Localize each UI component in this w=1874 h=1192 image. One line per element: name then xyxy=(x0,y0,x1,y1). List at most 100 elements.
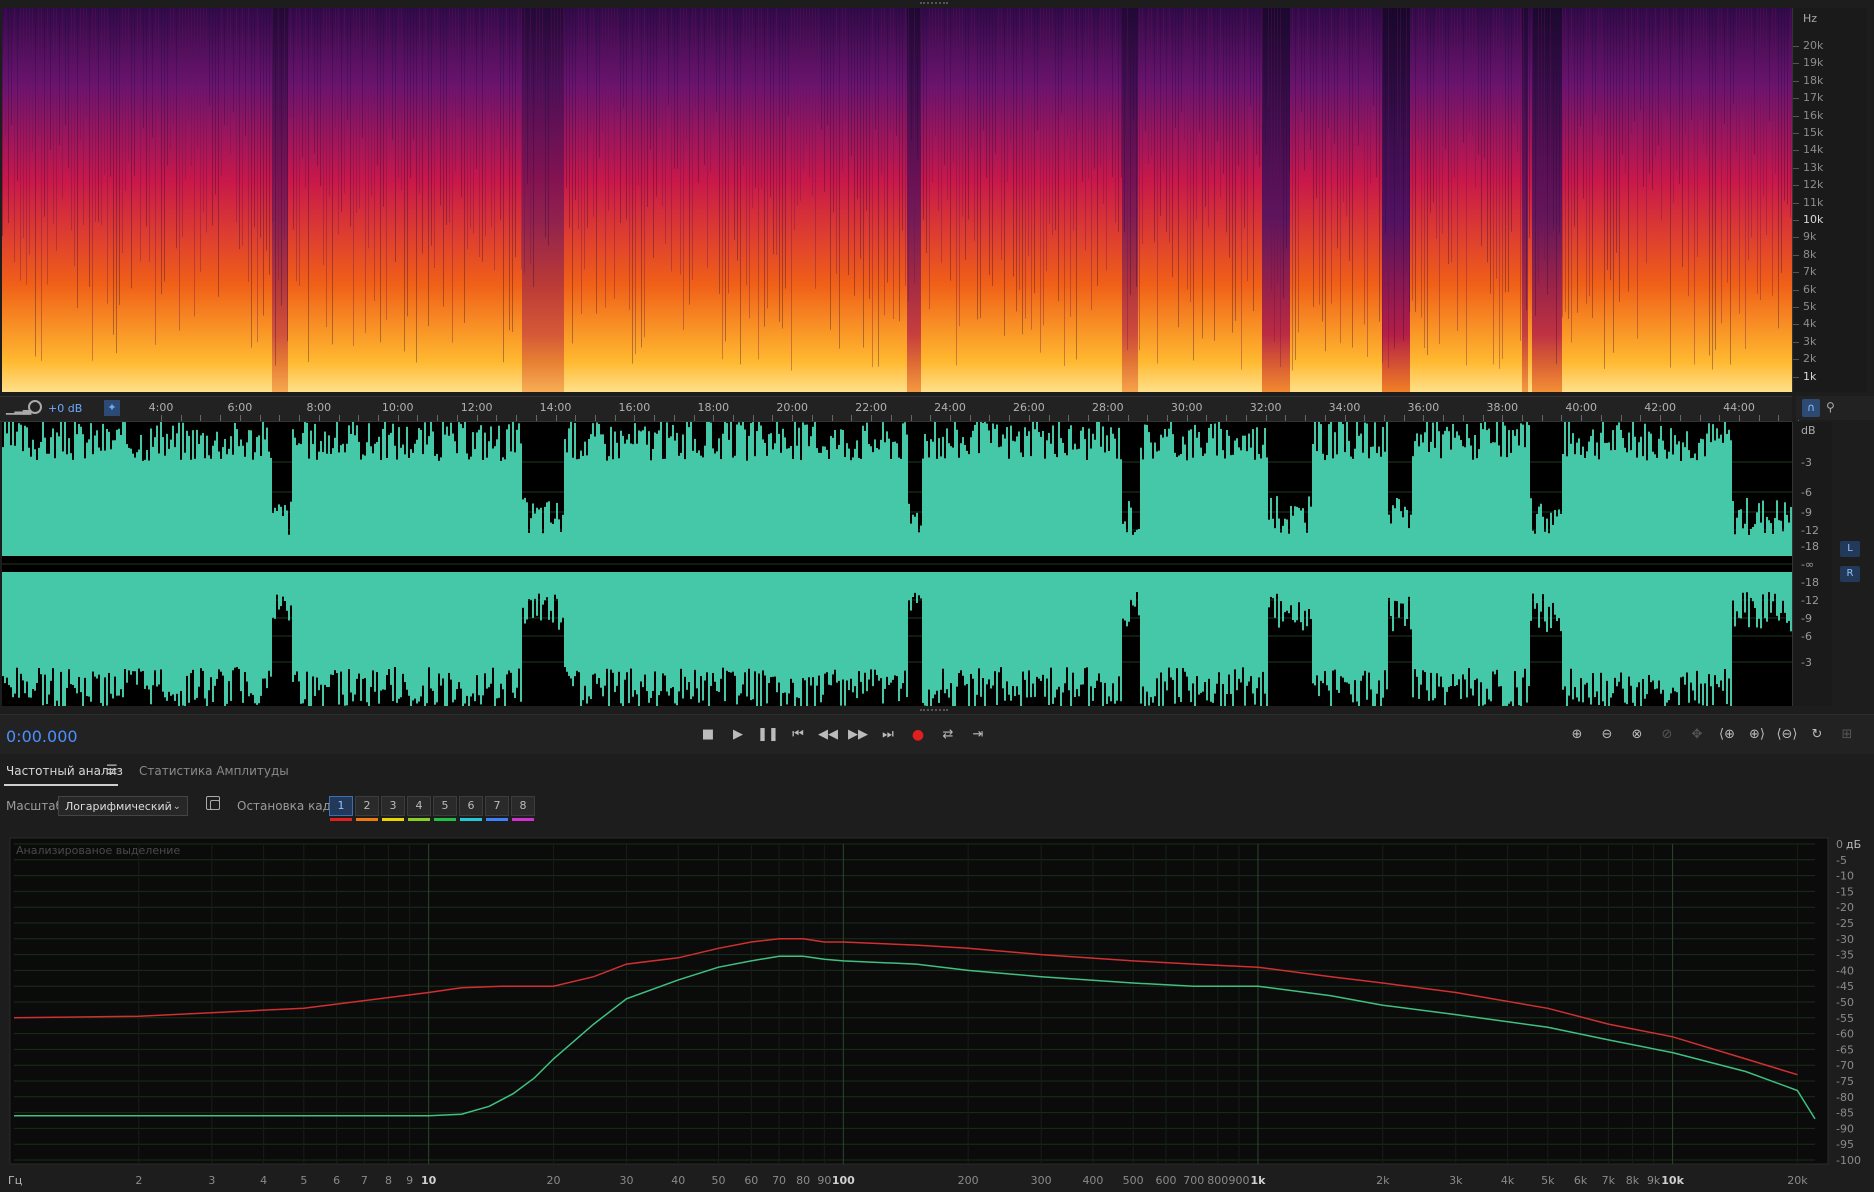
spectrogram-texture xyxy=(881,8,882,176)
time-tick-label: 10:00 xyxy=(381,401,414,414)
hold-frame-button-3[interactable]: 3 xyxy=(381,796,405,816)
waveform-sample-upper xyxy=(804,424,806,556)
waveform-sample-lower xyxy=(1156,572,1158,679)
spectrogram-texture xyxy=(1631,8,1632,134)
fast-forward-icon[interactable]: ▶▶ xyxy=(847,725,869,745)
tab-amplitude-statistics[interactable]: Статистика Амплитуды xyxy=(139,764,289,778)
waveform-sample-lower xyxy=(1334,572,1336,670)
zoom-in-amplitude-icon[interactable]: ⊕ xyxy=(1565,725,1589,745)
waveform-sample-lower xyxy=(944,572,946,694)
hold-frame-button-8[interactable]: 8 xyxy=(511,796,535,816)
waveform-sample-lower xyxy=(114,572,116,677)
waveform-sample-lower xyxy=(908,572,910,601)
waveform-sample-upper xyxy=(816,448,818,556)
time-ruler[interactable]: ▁▂▃ +0 dB ✦ 4:00 6:00 8:00 10:00 12:00 14:00 1… xyxy=(0,396,1800,422)
waveform-sample-upper xyxy=(1278,518,1280,556)
record-icon[interactable]: ● xyxy=(907,725,929,745)
waveform-sample-lower xyxy=(334,572,336,671)
zoom-disabled-icon[interactable]: ⊘ xyxy=(1655,725,1679,745)
waveform-sample-lower xyxy=(1080,572,1082,685)
waveform-sample-upper xyxy=(154,437,156,556)
waveform-sample-lower xyxy=(356,572,358,679)
waveform-sample-upper xyxy=(518,423,520,556)
waveform-sample-lower xyxy=(422,572,424,686)
zoom-extra-icon[interactable]: ⊞ xyxy=(1835,725,1859,745)
time-tick-mark xyxy=(239,415,241,421)
rewind-icon[interactable]: ◀◀ xyxy=(817,725,839,745)
time-tick-mark xyxy=(1009,415,1011,421)
hold-frame-button-5[interactable]: 5 xyxy=(433,796,457,816)
spectrogram-texture xyxy=(353,8,354,346)
pause-icon[interactable]: ❚❚ xyxy=(757,725,779,745)
spectrogram-texture xyxy=(311,8,312,114)
waveform-sample-lower xyxy=(154,572,156,671)
spectrogram-texture xyxy=(1538,8,1539,283)
hold-frame-button-1[interactable]: 1 xyxy=(329,796,353,816)
spectrogram-texture xyxy=(2,8,3,236)
loop-icon[interactable]: ⇄ xyxy=(937,725,959,745)
hold-frame-button-7[interactable]: 7 xyxy=(485,796,509,816)
waveform-sample-lower xyxy=(852,572,854,693)
hold-frame-button-6[interactable]: 6 xyxy=(459,796,483,816)
waveform-sample-upper xyxy=(1400,511,1402,556)
hold-frame-button-4[interactable]: 4 xyxy=(407,796,431,816)
waveform-sample-upper xyxy=(990,443,992,556)
panel-menu-icon[interactable]: ☰ xyxy=(106,763,118,778)
spectrogram-texture xyxy=(1322,8,1323,322)
waveform-sample-lower xyxy=(112,572,114,699)
zoom-selection-icon[interactable]: ⊗ xyxy=(1625,725,1649,745)
waveform-sample-lower xyxy=(1106,572,1108,704)
waveform-sample-lower xyxy=(1616,572,1618,687)
spectrogram-texture xyxy=(878,8,879,367)
channel-left-toggle[interactable]: L xyxy=(1840,541,1860,557)
waveform-sample-lower xyxy=(56,572,58,701)
spectrogram-texture xyxy=(377,8,378,166)
spectrogram-texture xyxy=(533,8,534,288)
waveform-sample-upper xyxy=(568,428,570,556)
waveform-sample-lower xyxy=(92,572,94,672)
spectrogram-texture xyxy=(1073,8,1074,231)
waveform-sample-lower xyxy=(722,572,724,668)
zoom-out-full-icon[interactable]: ⟨⊖⟩ xyxy=(1775,725,1799,745)
waveform-sample-lower xyxy=(802,572,804,679)
frequency-chart[interactable]: 2 3 4 5 6 7 8 9 10 20 30 40 50 60 70 80 90 100 200 300 400 50… xyxy=(0,836,1874,1192)
time-tick-label: 18:00 xyxy=(697,401,730,414)
zoom-out-amplitude-icon[interactable]: ⊖ xyxy=(1595,725,1619,745)
waveform-sample-lower xyxy=(1626,572,1628,705)
waveform-sample-upper xyxy=(1440,458,1442,556)
spectral-frequency-display[interactable] xyxy=(2,8,1792,392)
waveform-display[interactable] xyxy=(2,422,1792,706)
waveform-sample-lower xyxy=(1704,572,1706,684)
waveform-sample-lower xyxy=(250,572,252,694)
current-time-display[interactable]: 0:00.000 xyxy=(6,727,78,746)
waveform-sample-lower xyxy=(1348,572,1350,684)
marker-pin-icon[interactable]: ⚲ xyxy=(1826,400,1835,414)
zoom-reset-icon[interactable]: ↻ xyxy=(1805,725,1829,745)
scale-dropdown[interactable]: Логарифмический ⌄ xyxy=(58,796,188,816)
skip-back-icon[interactable]: ⏮ xyxy=(787,725,809,745)
spectrogram-texture xyxy=(1403,8,1404,341)
hold-frame-color-2 xyxy=(356,818,378,821)
waveform-sample-upper xyxy=(732,457,734,556)
waveform-sample-lower xyxy=(614,572,616,693)
zoom-in-right-icon[interactable]: ⊕⟩ xyxy=(1745,725,1769,745)
zoom-disabled-2-icon[interactable]: ✥ xyxy=(1685,725,1709,745)
waveform-sample-lower xyxy=(730,572,732,673)
pin-icon[interactable]: ✦ xyxy=(104,400,120,416)
waveform-sample-lower xyxy=(94,572,96,677)
zoom-in-left-icon[interactable]: ⟨⊕ xyxy=(1715,725,1739,745)
gain-value[interactable]: +0 dB xyxy=(48,402,82,415)
headphone-icon[interactable]: ∩ xyxy=(1802,399,1820,417)
waveform-sample-upper xyxy=(1786,514,1788,556)
copy-to-clipboard-icon[interactable] xyxy=(206,796,220,810)
skip-silence-icon[interactable]: ⇥ xyxy=(967,725,989,745)
stop-icon[interactable]: ■ xyxy=(697,725,719,745)
skip-forward-icon[interactable]: ⏭ xyxy=(877,725,899,745)
waveform-sample-lower xyxy=(102,572,104,706)
waveform-sample-upper xyxy=(1106,435,1108,556)
play-icon[interactable]: ▶ xyxy=(727,725,749,745)
hold-frame-button-2[interactable]: 2 xyxy=(355,796,379,816)
time-tick-mark xyxy=(1561,415,1563,421)
channel-right-toggle[interactable]: R xyxy=(1840,566,1860,582)
gain-knob[interactable] xyxy=(28,400,42,414)
